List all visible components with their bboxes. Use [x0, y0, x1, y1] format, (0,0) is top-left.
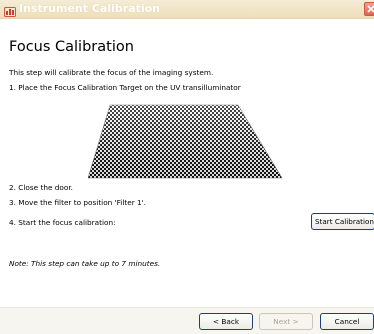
- start-calibration-button[interactable]: Start Calibration: [311, 213, 374, 230]
- close-icon: [367, 5, 374, 13]
- duration-note: Note: This step can take up to 7 minutes…: [9, 259, 161, 268]
- title-bar[interactable]: Instrument Calibration: [0, 0, 374, 19]
- checkerboard-calibration-target-image: [87, 104, 283, 179]
- back-button[interactable]: < Back: [199, 313, 253, 330]
- cancel-button[interactable]: Cancel: [320, 313, 374, 330]
- instrument-icon: [4, 3, 16, 17]
- intro-text: This step will calibrate the focus of th…: [9, 68, 214, 77]
- step-1-text: 1. Place the Focus Calibration Target on…: [9, 83, 241, 92]
- step-3-text: 3. Move the filter to position 'Filter 1…: [9, 198, 146, 207]
- step-4-text: 4. Start the focus calibration:: [9, 218, 116, 227]
- calibration-window: Instrument Calibration Focus Calibration…: [0, 0, 374, 334]
- window-title: Instrument Calibration: [19, 2, 161, 15]
- step-2-text: 2. Close the door.: [9, 183, 73, 192]
- next-button[interactable]: Next >: [259, 313, 313, 330]
- close-button[interactable]: [364, 2, 374, 16]
- page-title: Focus Calibration: [9, 39, 134, 55]
- wizard-footer: [0, 307, 374, 334]
